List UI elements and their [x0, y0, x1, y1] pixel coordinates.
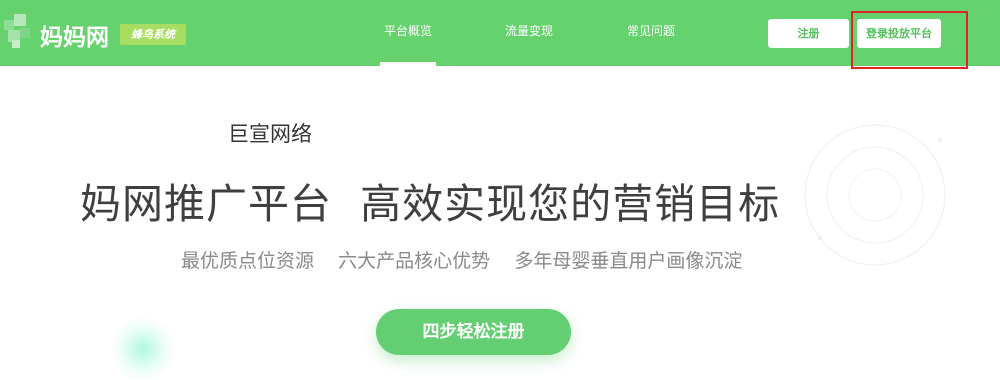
- highlight-annotation-box: [851, 11, 968, 69]
- register-cta-button[interactable]: 四步轻松注册: [376, 309, 571, 355]
- logo-badge: 蜂鸟系统: [120, 24, 186, 45]
- company-name: 巨宣网络: [228, 122, 312, 146]
- nav-item-faq[interactable]: 常见问题: [627, 22, 675, 39]
- register-button[interactable]: 注册: [768, 19, 849, 48]
- hero-headline: 妈网推广平台 高效实现您的营销目标: [80, 180, 781, 228]
- top-navigation-bar: 妈妈网 蜂鸟系统 平台概览 流量变现 常见问题 注册 登录投放平台: [0, 0, 1000, 66]
- hero-subline: 最优质点位资源 六大产品核心优势 多年母婴垂直用户画像沉淀: [181, 250, 743, 272]
- decorative-glow: [108, 318, 178, 380]
- logo-text[interactable]: 妈妈网: [40, 18, 109, 52]
- logo-icon: [4, 14, 38, 50]
- nav-item-overview[interactable]: 平台概览: [379, 22, 437, 66]
- decorative-rings: [804, 124, 946, 266]
- nav-item-monetization[interactable]: 流量变现: [505, 22, 553, 39]
